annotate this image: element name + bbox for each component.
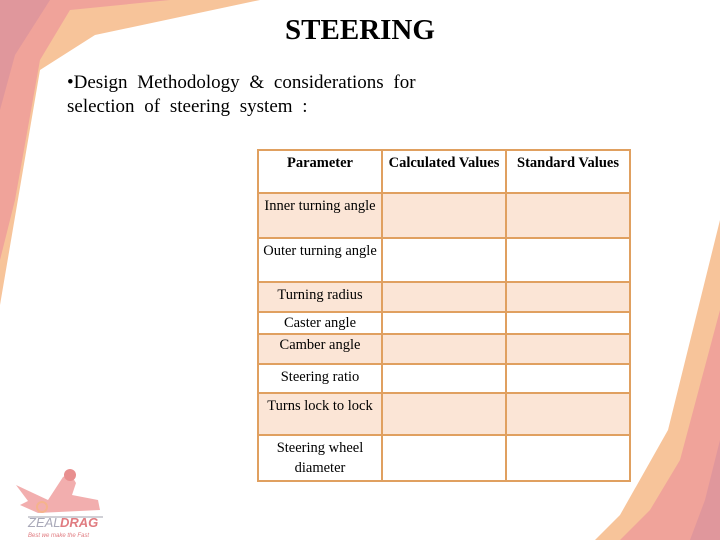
cell-calculated <box>381 333 507 365</box>
header-parameter: Parameter <box>257 149 383 194</box>
cell-calculated <box>381 237 507 283</box>
cell-standard <box>505 363 631 394</box>
cell-parameter: Inner turning angle <box>257 192 383 239</box>
svg-text:DRAG: DRAG <box>60 515 98 530</box>
cell-standard <box>505 192 631 239</box>
table-row: Steering wheel diameter <box>257 434 631 482</box>
cell-standard <box>505 237 631 283</box>
bullet-line-1: •Design Methodology & considerations for <box>67 72 416 93</box>
table-row: Outer turning angle <box>257 237 631 283</box>
cell-parameter: Turns lock to lock <box>257 392 383 436</box>
cell-standard <box>505 434 631 482</box>
cell-standard <box>505 333 631 365</box>
cell-calculated <box>381 281 507 313</box>
cell-parameter: Outer turning angle <box>257 237 383 283</box>
table-row: Inner turning angle <box>257 192 631 239</box>
bullet-line-2: selection of steering system : <box>67 96 308 117</box>
cell-parameter: Caster angle <box>257 311 383 335</box>
svg-text:Best we make the Fast: Best we make the Fast <box>28 533 89 539</box>
cell-parameter: Steering ratio <box>257 363 383 394</box>
cell-parameter: Camber angle <box>257 333 383 365</box>
cell-calculated <box>381 311 507 335</box>
zeal-drag-logo: ZEAL DRAG Best we make the Fast <box>16 469 103 539</box>
table-row: Steering ratio <box>257 363 631 394</box>
bullet-text: •Design Methodology & considerations for… <box>67 71 447 119</box>
cell-calculated <box>381 392 507 436</box>
steering-parameters-table: Parameter Calculated Values Standard Val… <box>257 149 631 482</box>
slide-title: STEERING <box>285 14 435 46</box>
cell-standard <box>505 281 631 313</box>
cell-standard <box>505 392 631 436</box>
cell-standard <box>505 311 631 335</box>
table-row: Caster angle <box>257 311 631 335</box>
table-row: Turning radius <box>257 281 631 313</box>
table-row: Turns lock to lock <box>257 392 631 436</box>
cell-parameter: Steering wheel diameter <box>257 434 383 482</box>
table-header-row: Parameter Calculated Values Standard Val… <box>257 149 631 194</box>
header-calculated: Calculated Values <box>381 149 507 194</box>
header-standard: Standard Values <box>505 149 631 194</box>
cell-parameter: Turning radius <box>257 281 383 313</box>
cell-calculated <box>381 192 507 239</box>
cell-calculated <box>381 363 507 394</box>
svg-text:ZEAL: ZEAL <box>27 515 61 530</box>
cell-calculated <box>381 434 507 482</box>
table-row: Camber angle <box>257 333 631 365</box>
